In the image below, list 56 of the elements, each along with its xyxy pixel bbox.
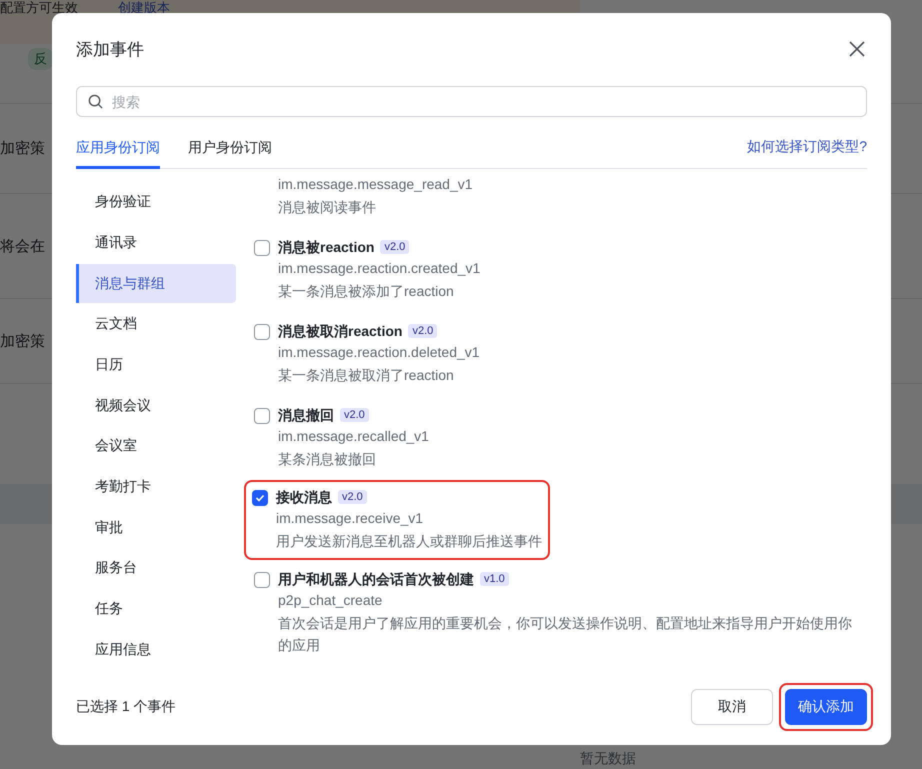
selection-count: 已选择 1 个事件 bbox=[76, 698, 176, 716]
status-tag: 反 bbox=[28, 48, 53, 70]
category-item[interactable]: 任务 bbox=[76, 590, 236, 628]
event-code: im.message.reaction.created_v1 bbox=[278, 259, 480, 277]
close-button[interactable] bbox=[847, 39, 867, 59]
version-badge: v2.0 bbox=[408, 324, 438, 338]
category-item[interactable]: 审批 bbox=[76, 508, 236, 548]
search-icon bbox=[88, 94, 103, 109]
row-label: 加密策 bbox=[0, 332, 45, 350]
category-item[interactable]: 日历 bbox=[76, 346, 236, 384]
event-code: im.message.receive_v1 bbox=[276, 509, 424, 527]
tab[interactable]: 用户身份订阅 bbox=[188, 139, 272, 169]
row-label: 加密策 bbox=[0, 139, 45, 158]
category-item[interactable]: 服务台 bbox=[76, 549, 236, 588]
empty-text: 暂无数据 bbox=[580, 750, 636, 768]
cancel-button[interactable]: 取消 bbox=[691, 689, 773, 725]
event-description: 某一条消息被添加了reaction bbox=[278, 282, 455, 301]
event-description: 消息被阅读事件 bbox=[278, 198, 377, 217]
event-name: 消息被reaction bbox=[278, 238, 374, 256]
help-link[interactable]: 如何选择订阅类型? bbox=[747, 138, 867, 168]
event-description: 某一条消息被取消了reaction bbox=[278, 366, 455, 385]
event-code: im.message.recalled_v1 bbox=[278, 427, 429, 445]
event-code: p2p_chat_create bbox=[278, 591, 384, 609]
category-item[interactable]: 会议室 bbox=[76, 427, 236, 466]
version-badge: v2.0 bbox=[340, 408, 369, 422]
dialog-title: 添加事件 bbox=[76, 38, 144, 60]
banner-text: 配置方可生效 bbox=[0, 1, 78, 15]
version-badge: v2.0 bbox=[338, 490, 367, 504]
event-name: 接收消息 bbox=[276, 488, 332, 506]
event-description: 某条消息被撤回 bbox=[278, 450, 377, 469]
checkbox[interactable] bbox=[254, 240, 270, 256]
search-field[interactable]: 搜索 bbox=[76, 86, 867, 117]
category-item[interactable]: 消息与群组 bbox=[76, 264, 236, 304]
version-badge: v1.0 bbox=[480, 572, 509, 586]
checkbox[interactable] bbox=[254, 572, 270, 588]
category-item[interactable]: 考勤打卡 bbox=[76, 468, 236, 506]
event-name: 消息撤回 bbox=[278, 406, 334, 424]
event-code: im.message.message_read_v1 bbox=[278, 175, 473, 193]
event-code: im.message.reaction.deleted_v1 bbox=[278, 343, 480, 361]
checkbox[interactable] bbox=[254, 324, 270, 340]
category-item[interactable]: 云文档 bbox=[76, 305, 236, 344]
tab[interactable]: 应用身份订阅 bbox=[76, 139, 160, 169]
category-item[interactable]: 视频会议 bbox=[76, 386, 236, 426]
check-icon bbox=[255, 493, 265, 503]
event-description: 用户发送新消息至机器人或群聊后推送事件 bbox=[276, 532, 542, 551]
checkbox[interactable] bbox=[254, 408, 270, 424]
category-item[interactable]: 身份验证 bbox=[76, 183, 236, 222]
confirm-button[interactable]: 确认添加 bbox=[785, 689, 867, 725]
event-name: 消息被取消reaction bbox=[278, 322, 402, 340]
category-item[interactable]: 通讯录 bbox=[76, 224, 236, 262]
event-description: 首次会话是用户了解应用的重要机会，你可以发送操作说明、配置地址来指导用户开始使用你的应用 bbox=[278, 614, 853, 655]
category-item[interactable]: 应用信息 bbox=[76, 630, 236, 670]
row-label: 将会在 bbox=[0, 236, 45, 256]
checkbox[interactable] bbox=[252, 490, 268, 506]
event-name: 用户和机器人的会话首次被创建 bbox=[278, 570, 474, 588]
version-badge: v2.0 bbox=[380, 240, 410, 254]
